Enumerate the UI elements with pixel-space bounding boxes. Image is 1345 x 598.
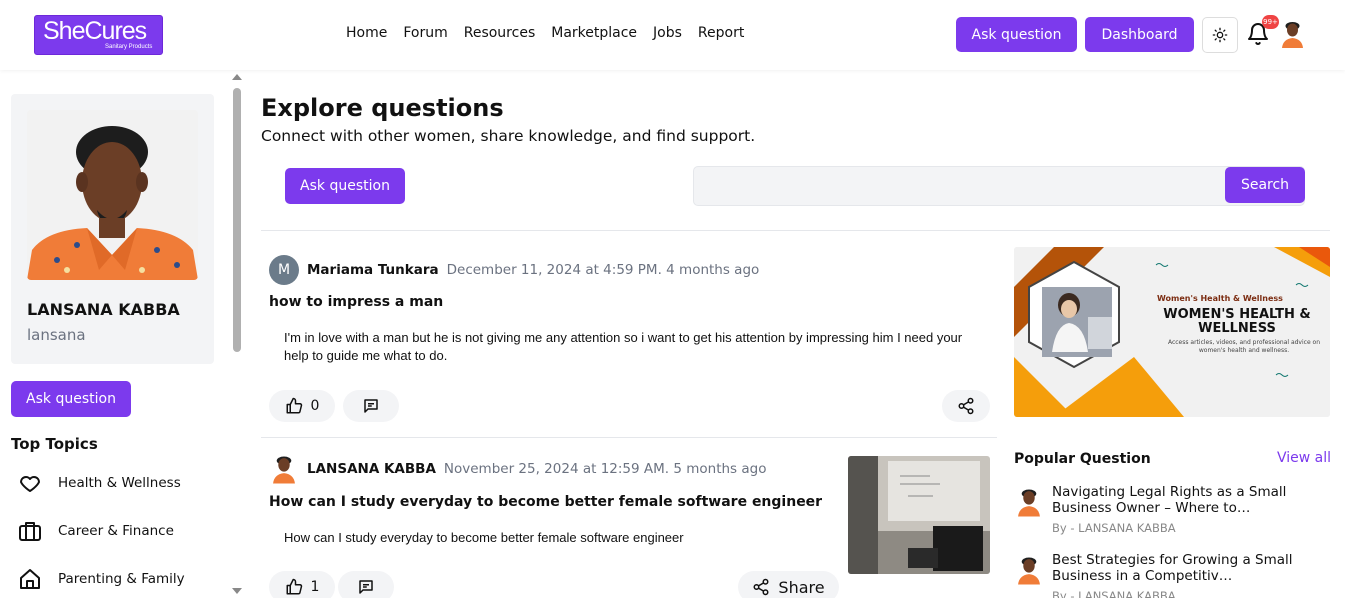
- thumbs-up-icon: [286, 578, 302, 595]
- share-button[interactable]: Share: [738, 571, 839, 598]
- author-avatar: [1016, 555, 1042, 585]
- nav-forum[interactable]: Forum: [403, 25, 447, 41]
- post-date: December 11, 2024 at 4:59 PM. 4 months a…: [446, 262, 760, 278]
- main-ask-question-button[interactable]: Ask question: [285, 168, 405, 204]
- sun-icon: [1212, 27, 1228, 43]
- theme-toggle-button[interactable]: [1202, 17, 1238, 53]
- post-title[interactable]: how to impress a man: [269, 294, 443, 310]
- post-title[interactable]: How can I study everyday to become bette…: [269, 494, 822, 510]
- author-avatar[interactable]: [271, 454, 297, 484]
- post-header: LANSANA KABBA November 25, 2024 at 12:59…: [271, 454, 766, 484]
- popular-question-title: Navigating Legal Rights as a Small Busin…: [1052, 484, 1287, 516]
- scroll-down-arrow[interactable]: [232, 588, 242, 594]
- top-topics-heading: Top Topics: [11, 435, 98, 453]
- post-author[interactable]: LANSANA KABBA: [307, 461, 436, 477]
- topic-label: Career & Finance: [58, 523, 174, 539]
- post-divider: [261, 437, 997, 438]
- topic-label: Health & Wellness: [58, 475, 181, 491]
- header-ask-question-button[interactable]: Ask question: [956, 17, 1077, 52]
- view-all-link[interactable]: View all: [1277, 450, 1331, 466]
- post-author[interactable]: Mariama Tunkara: [307, 262, 439, 278]
- like-count: 1: [310, 579, 320, 595]
- post-body: How can I study everyday to become bette…: [284, 530, 684, 545]
- comment-button[interactable]: [343, 390, 399, 422]
- topic-health-wellness[interactable]: Health & Wellness: [18, 471, 181, 495]
- nav-jobs[interactable]: Jobs: [653, 25, 682, 41]
- dashboard-button[interactable]: Dashboard: [1085, 17, 1194, 52]
- popular-question-item[interactable]: Navigating Legal Rights as a Small Busin…: [1016, 484, 1330, 544]
- banner-title: WOMEN'S HEALTH & WELLNESS: [1163, 307, 1311, 336]
- briefcase-icon: [19, 522, 41, 541]
- logo-subtext: Sanitary Products: [105, 44, 153, 50]
- like-button[interactable]: 0: [269, 390, 335, 422]
- notification-badge: 99+: [1262, 15, 1279, 29]
- post-body: I'm in love with a man but he is not giv…: [284, 330, 963, 363]
- share-icon: [753, 578, 769, 596]
- popular-question-item[interactable]: Best Strategies for Growing a Small Busi…: [1016, 552, 1330, 598]
- comment-icon: [364, 399, 378, 413]
- search-bar: [693, 166, 1305, 206]
- page-title: Explore questions: [261, 94, 504, 122]
- topic-parenting-family[interactable]: Parenting & Family: [18, 567, 185, 591]
- share-icon: [958, 397, 974, 415]
- profile-username: lansana: [27, 326, 86, 344]
- search-button[interactable]: Search: [1225, 167, 1305, 203]
- top-header: SheCures Sanitary Products Home Forum Re…: [0, 0, 1345, 70]
- scroll-up-arrow[interactable]: [232, 74, 242, 80]
- health-wellness-banner[interactable]: Women's Health & Wellness WOMEN'S HEALTH…: [1014, 247, 1330, 417]
- popular-question-heading: Popular Question: [1014, 451, 1151, 467]
- heart-icon: [20, 476, 40, 492]
- nav-home[interactable]: Home: [346, 25, 387, 41]
- post-image[interactable]: [848, 456, 990, 574]
- home-icon: [20, 569, 40, 589]
- divider: [261, 230, 1330, 231]
- banner-small-title: Women's Health & Wellness: [1157, 294, 1283, 303]
- sidebar-ask-question-button[interactable]: Ask question: [11, 381, 131, 417]
- search-input[interactable]: [694, 167, 1224, 205]
- thumbs-up-icon: [286, 397, 302, 414]
- share-button[interactable]: [942, 390, 990, 422]
- logo-text: SheCures: [43, 17, 147, 45]
- profile-card: LANSANA KABBA lansana: [11, 94, 214, 364]
- post-header: M Mariama Tunkara December 11, 2024 at 4…: [269, 255, 759, 285]
- author-avatar[interactable]: M: [269, 255, 299, 285]
- topic-career-finance[interactable]: Career & Finance: [18, 519, 174, 543]
- nav-resources[interactable]: Resources: [464, 25, 536, 41]
- profile-photo: [27, 110, 198, 280]
- profile-name: LANSANA KABBA: [27, 300, 180, 319]
- nav-report[interactable]: Report: [698, 25, 744, 41]
- popular-question-title: Best Strategies for Growing a Small Busi…: [1052, 552, 1293, 584]
- main-nav: Home Forum Resources Marketplace Jobs Re…: [346, 25, 744, 41]
- like-button[interactable]: 1: [269, 571, 335, 598]
- popular-question-author: By - LANSANA KABBA: [1052, 589, 1176, 598]
- user-avatar[interactable]: [1280, 20, 1305, 48]
- post-date: November 25, 2024 at 12:59 AM. 5 months …: [443, 461, 767, 477]
- nav-marketplace[interactable]: Marketplace: [551, 25, 637, 41]
- comment-button[interactable]: [338, 571, 394, 598]
- popular-question-author: By - LANSANA KABBA: [1052, 521, 1176, 535]
- share-label: Share: [778, 577, 825, 597]
- banner-description: Access articles, videos, and professiona…: [1167, 339, 1321, 354]
- author-avatar: [1016, 487, 1042, 517]
- comment-icon: [359, 580, 373, 594]
- shecures-logo[interactable]: SheCures Sanitary Products: [34, 15, 163, 55]
- like-count: 0: [310, 398, 320, 414]
- topic-label: Parenting & Family: [58, 571, 185, 587]
- scrollbar-thumb[interactable]: [233, 88, 241, 352]
- page-subtitle: Connect with other women, share knowledg…: [261, 127, 756, 145]
